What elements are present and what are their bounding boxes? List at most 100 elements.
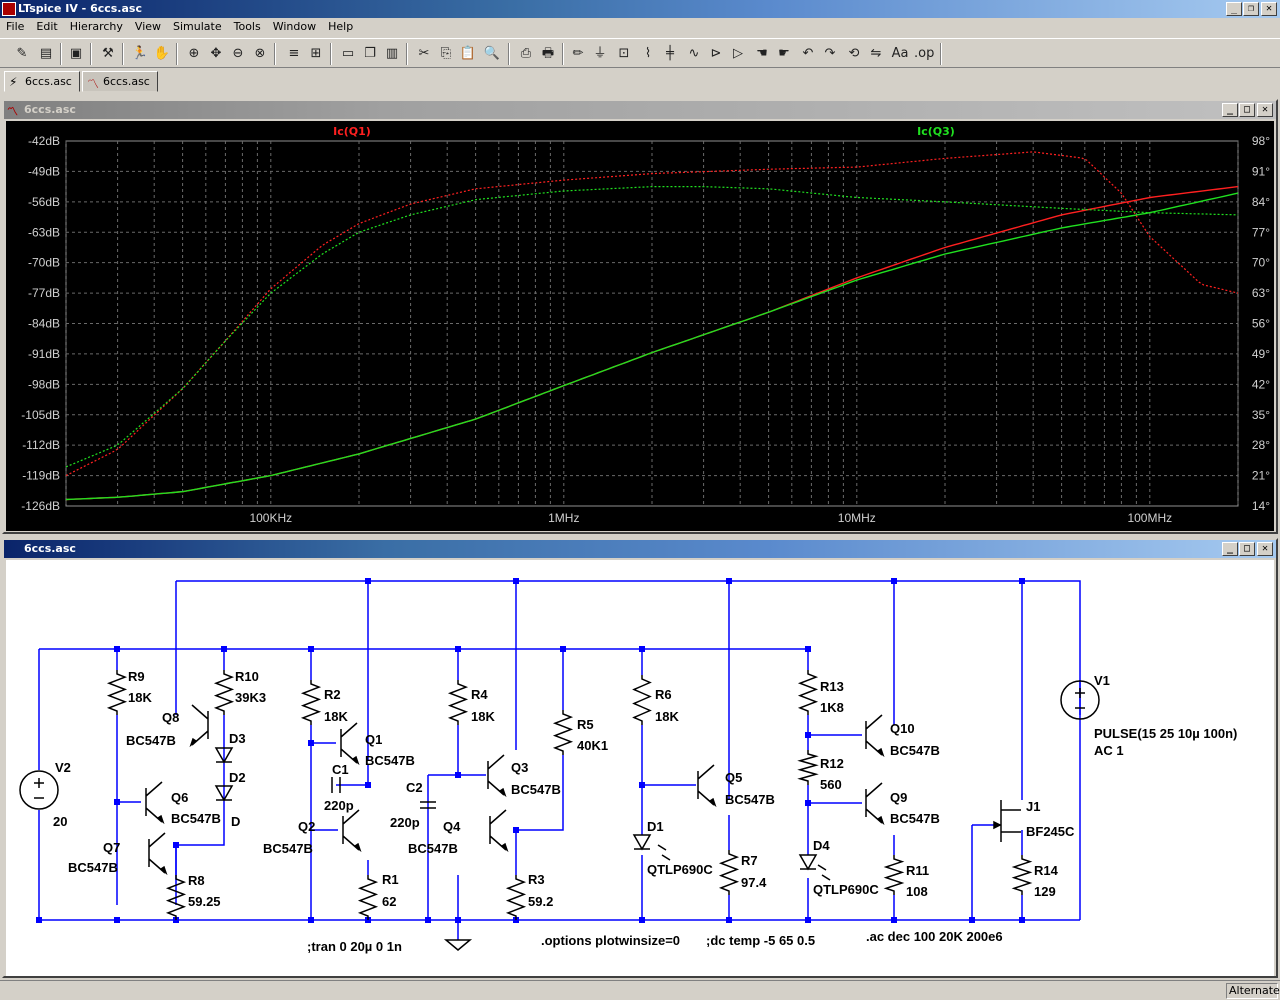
label-j1: J1 <box>1026 799 1040 814</box>
label-d3: D3 <box>229 731 246 746</box>
tab-schematic[interactable]: ⚡ 6ccs.asc <box>4 71 80 92</box>
cut-icon[interactable]: ✂ <box>414 44 434 64</box>
junction-dot <box>805 646 811 652</box>
junction-dot <box>726 578 732 584</box>
zoom-out-icon[interactable]: ⊖ <box>228 44 248 64</box>
label-d4: D4 <box>813 838 830 853</box>
drag-icon[interactable]: ☛ <box>774 44 794 64</box>
tab-waveform[interactable]: 〽 6ccs.asc <box>82 71 158 92</box>
label-q4m: BC547B <box>408 841 458 856</box>
capacitor-icon[interactable]: ╪ <box>660 44 680 64</box>
junction-dot <box>891 917 897 923</box>
ltspice-app-icon[interactable] <box>2 2 16 16</box>
menu-window[interactable]: Window <box>267 18 322 33</box>
label-q1m: BC547B <box>365 753 415 768</box>
copy-icon[interactable]: ⎘ <box>436 44 456 64</box>
menu-file[interactable]: File <box>0 18 30 33</box>
plot-maximize-button[interactable]: □ <box>1239 103 1255 117</box>
label-r7v: 97.4 <box>741 875 767 890</box>
x-tick-label: 1MHz <box>548 511 579 525</box>
schematic-window-title-bar: 6ccs.asc _ □ ✕ <box>4 540 1276 558</box>
label-c2v: 220p <box>390 815 420 830</box>
label-r11: R11 <box>906 863 929 878</box>
menu-hierarchy[interactable]: Hierarchy <box>64 18 129 33</box>
document-tab-bar: ⚡ 6ccs.asc 〽 6ccs.asc <box>0 68 1280 94</box>
label-v2: V2 <box>55 760 71 775</box>
schematic-window: 6ccs.asc _ □ ✕ R9 18K R10 39K3 Q8 BC547B… <box>2 538 1278 978</box>
series-label-ic-q3[interactable]: Ic(Q3) <box>917 125 955 138</box>
toolbar-separator <box>60 43 62 65</box>
ground-icon[interactable]: ⏚ <box>590 44 610 64</box>
save-icon[interactable]: ▣ <box>66 44 86 64</box>
new-schematic-icon[interactable]: ✎ <box>12 44 32 64</box>
y-tick-label-left: -105dB <box>21 408 60 422</box>
schematic-canvas[interactable]: R9 18K R10 39K3 Q8 BC547B D3 D2 V2 20 Q6 BC547B D Q7 B… <box>6 560 1274 976</box>
find-icon[interactable]: 🔍 <box>482 44 502 64</box>
close-button[interactable]: ✕ <box>1261 2 1277 16</box>
y-tick-label-left: -84dB <box>28 317 60 331</box>
plot-close-button[interactable]: ✕ <box>1257 103 1273 117</box>
run-icon[interactable]: 🏃 <box>130 44 150 64</box>
redo-icon[interactable]: ↷ <box>820 44 840 64</box>
tile-vertical-icon[interactable]: ▥ <box>382 44 402 64</box>
label-r2: R2 <box>324 687 341 702</box>
print-icon[interactable]: 🖶 <box>538 44 558 64</box>
move-icon[interactable]: ☚ <box>752 44 772 64</box>
sch-maximize-button[interactable]: □ <box>1239 542 1255 556</box>
restore-button[interactable]: ❐ <box>1243 2 1259 16</box>
y-tick-label-right: 49° <box>1252 347 1270 361</box>
y-tick-label-left: -98dB <box>28 377 60 391</box>
menu-edit[interactable]: Edit <box>30 18 63 33</box>
toolbar-separator <box>406 43 408 65</box>
rotate-icon[interactable]: ⟲ <box>844 44 864 64</box>
diode-icon[interactable]: ⊳ <box>706 44 726 64</box>
label-q9: Q9 <box>890 790 907 805</box>
waveform-plot[interactable]: -42dB 98° -49dB 91° -56dB 84° -63dB 77° -70dB 70°… <box>6 121 1274 531</box>
minimize-button[interactable]: _ <box>1226 2 1242 16</box>
control-panel-icon[interactable]: ⚒ <box>98 44 118 64</box>
component-icon[interactable]: ▷ <box>728 44 748 64</box>
autorange-icon[interactable]: ≡ <box>284 44 304 64</box>
resistor-icon[interactable]: ⌇ <box>638 44 658 64</box>
junction-dot <box>365 578 371 584</box>
sch-minimize-button[interactable]: _ <box>1222 542 1238 556</box>
menu-bar: File Edit Hierarchy View Simulate Tools Window… <box>0 18 1280 38</box>
label-q5m: BC547B <box>725 792 775 807</box>
label-q10: Q10 <box>890 721 915 736</box>
inductor-icon[interactable]: ∿ <box>684 44 704 64</box>
menu-tools[interactable]: Tools <box>228 18 267 33</box>
open-file-icon[interactable]: ▤ <box>36 44 56 64</box>
text-icon[interactable]: Aa <box>890 44 910 64</box>
toolbar-separator <box>122 43 124 65</box>
series-label-ic-q1[interactable]: Ic(Q1) <box>333 125 371 138</box>
undo-icon[interactable]: ↶ <box>798 44 818 64</box>
zoom-in-icon[interactable]: ⊕ <box>184 44 204 64</box>
wire-icon[interactable]: ✏ <box>568 44 588 64</box>
label-v1: V1 <box>1094 673 1110 688</box>
zoom-fit-icon[interactable]: ⊗ <box>250 44 270 64</box>
grid-icon[interactable]: ⊞ <box>306 44 326 64</box>
junction-dot <box>365 782 371 788</box>
halt-icon[interactable]: ✋ <box>152 44 172 64</box>
sch-close-button[interactable]: ✕ <box>1257 542 1273 556</box>
paste-icon[interactable]: 📋 <box>458 44 478 64</box>
pan-icon[interactable]: ✥ <box>206 44 226 64</box>
menu-simulate[interactable]: Simulate <box>167 18 228 33</box>
tile-horizontal-icon[interactable]: ▭ <box>338 44 358 64</box>
label-r8: R8 <box>188 873 205 888</box>
y-tick-label-left: -42dB <box>28 134 60 148</box>
menu-view[interactable]: View <box>129 18 167 33</box>
menu-help[interactable]: Help <box>322 18 359 33</box>
y-tick-label-left: -70dB <box>28 256 60 270</box>
label-net-icon[interactable]: ⊡ <box>614 44 634 64</box>
x-tick-label: 100KHz <box>249 511 292 525</box>
mirror-icon[interactable]: ⇋ <box>866 44 886 64</box>
print-preview-icon[interactable]: ⎙ <box>516 44 536 64</box>
label-r12: R12 <box>820 756 844 771</box>
label-q7: Q7 <box>103 840 120 855</box>
plot-minimize-button[interactable]: _ <box>1222 103 1238 117</box>
x-tick-label: 10MHz <box>838 511 876 525</box>
label-d4m: QTLP690C <box>813 882 879 897</box>
spice-directive-icon[interactable]: .op <box>914 44 934 64</box>
cascade-icon[interactable]: ❐ <box>360 44 380 64</box>
